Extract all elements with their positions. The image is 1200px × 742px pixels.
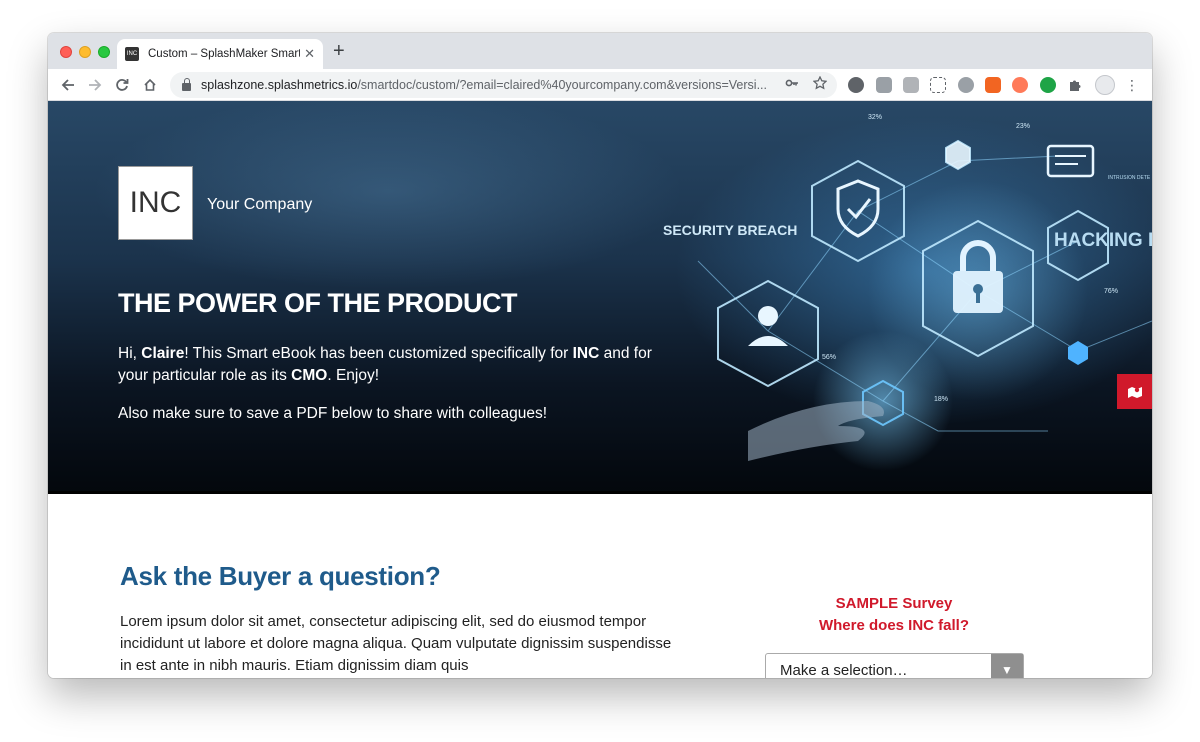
address-bar[interactable]: splashzone.splashmetrics.io/smartdoc/cus… xyxy=(170,72,837,98)
url-host: splashzone.splashmetrics.io xyxy=(201,78,358,92)
url-path: /smartdoc/custom/?email=claired%40yourco… xyxy=(357,78,767,92)
tab-close-icon[interactable]: ✕ xyxy=(304,46,315,62)
screenshot-extension-icon[interactable] xyxy=(930,77,946,93)
survey-question: Where does INC fall? xyxy=(818,617,970,634)
map-pin-icon xyxy=(1127,386,1142,398)
tab-strip: INC Custom – SplashMaker SmartDoc ✕ + xyxy=(48,33,1152,69)
extension-3-icon[interactable] xyxy=(903,77,919,93)
hacking-label: HACKING D xyxy=(1054,230,1152,251)
personal-greeting: Hi, Claire! This Smart eBook has been cu… xyxy=(118,343,658,387)
pct-18-label: 18% xyxy=(934,396,948,403)
browser-toolbar: splashzone.splashmetrics.io/smartdoc/cus… xyxy=(48,69,1152,101)
url-text: splashzone.splashmetrics.io/smartdoc/cus… xyxy=(201,78,779,92)
hubspot-extension-icon[interactable] xyxy=(1012,77,1028,93)
recipient-role: CMO xyxy=(291,367,328,384)
forward-button[interactable] xyxy=(85,75,105,95)
new-tab-button[interactable]: + xyxy=(333,41,345,61)
hero-divider xyxy=(48,491,1152,494)
more-menu-icon[interactable]: ⋮ xyxy=(1124,77,1140,93)
minimize-window-button[interactable] xyxy=(79,46,91,58)
recipient-name: Claire xyxy=(141,345,185,362)
extension-orange-icon[interactable] xyxy=(985,77,1001,93)
extension-5-icon[interactable] xyxy=(958,77,974,93)
key-icon[interactable] xyxy=(785,76,799,93)
tab-title: Custom – SplashMaker SmartDoc xyxy=(148,48,300,60)
greeting-text: . Enjoy! xyxy=(327,367,380,384)
company-logo: INC xyxy=(118,166,193,240)
maximize-window-button[interactable] xyxy=(98,46,110,58)
home-icon xyxy=(144,78,156,91)
reload-button[interactable] xyxy=(112,75,132,95)
reload-icon xyxy=(116,79,129,91)
extension-1-icon[interactable] xyxy=(848,77,864,93)
bookmark-star-icon[interactable] xyxy=(812,75,828,93)
survey-heading: SAMPLE Survey Where does INC fall? xyxy=(764,593,1024,637)
extension-green-icon[interactable] xyxy=(1040,77,1056,93)
lock-icon xyxy=(182,78,191,91)
chevron-down-icon[interactable]: ▼ xyxy=(991,654,1023,678)
side-feedback-button[interactable] xyxy=(1117,374,1152,409)
company-name: Your Company xyxy=(207,196,313,213)
arrow-left-icon xyxy=(61,79,74,91)
favicon-icon: INC xyxy=(125,47,139,61)
profile-avatar[interactable] xyxy=(1095,75,1115,95)
browser-window: INC Custom – SplashMaker SmartDoc ✕ + sp… xyxy=(48,33,1152,678)
security-breach-label: SECURITY BREACH xyxy=(663,222,797,238)
section-title: Ask the Buyer a question? xyxy=(120,561,441,591)
section-body: Lorem ipsum dolor sit amet, consectetur … xyxy=(120,613,672,674)
tab-active[interactable]: INC Custom – SplashMaker SmartDoc ✕ xyxy=(117,39,323,69)
hero-banner: SECURITY BREACH HACKING D INTRUSION DETE… xyxy=(48,101,1152,494)
arrow-right-icon xyxy=(89,79,102,91)
pct-56-label: 56% xyxy=(822,354,836,361)
pct-23-label: 23% xyxy=(1016,123,1030,130)
close-window-button[interactable] xyxy=(60,46,72,58)
extension-drive-icon[interactable] xyxy=(876,77,892,93)
hero-title: THE POWER OF THE PRODUCT xyxy=(118,288,518,318)
survey-select[interactable]: Make a selection… ▼ xyxy=(765,653,1024,678)
recipient-company: INC xyxy=(572,345,600,362)
greeting-text: Hi, xyxy=(118,345,142,362)
select-value: Make a selection… xyxy=(780,661,908,679)
pct-76-label: 76% xyxy=(1104,288,1118,295)
survey-label: SAMPLE Survey xyxy=(835,595,953,612)
pdf-note: Also make sure to save a PDF below to sh… xyxy=(118,405,548,422)
back-button[interactable] xyxy=(58,75,78,95)
home-button[interactable] xyxy=(140,75,160,95)
puzzle-extensions-icon[interactable] xyxy=(1067,77,1083,93)
page-content: SECURITY BREACH HACKING D INTRUSION DETE… xyxy=(48,101,1152,678)
greeting-text: ! This Smart eBook has been customized s… xyxy=(184,345,573,362)
intrusion-label: INTRUSION DETE xyxy=(1108,175,1151,181)
pct-32-label: 32% xyxy=(868,114,882,121)
